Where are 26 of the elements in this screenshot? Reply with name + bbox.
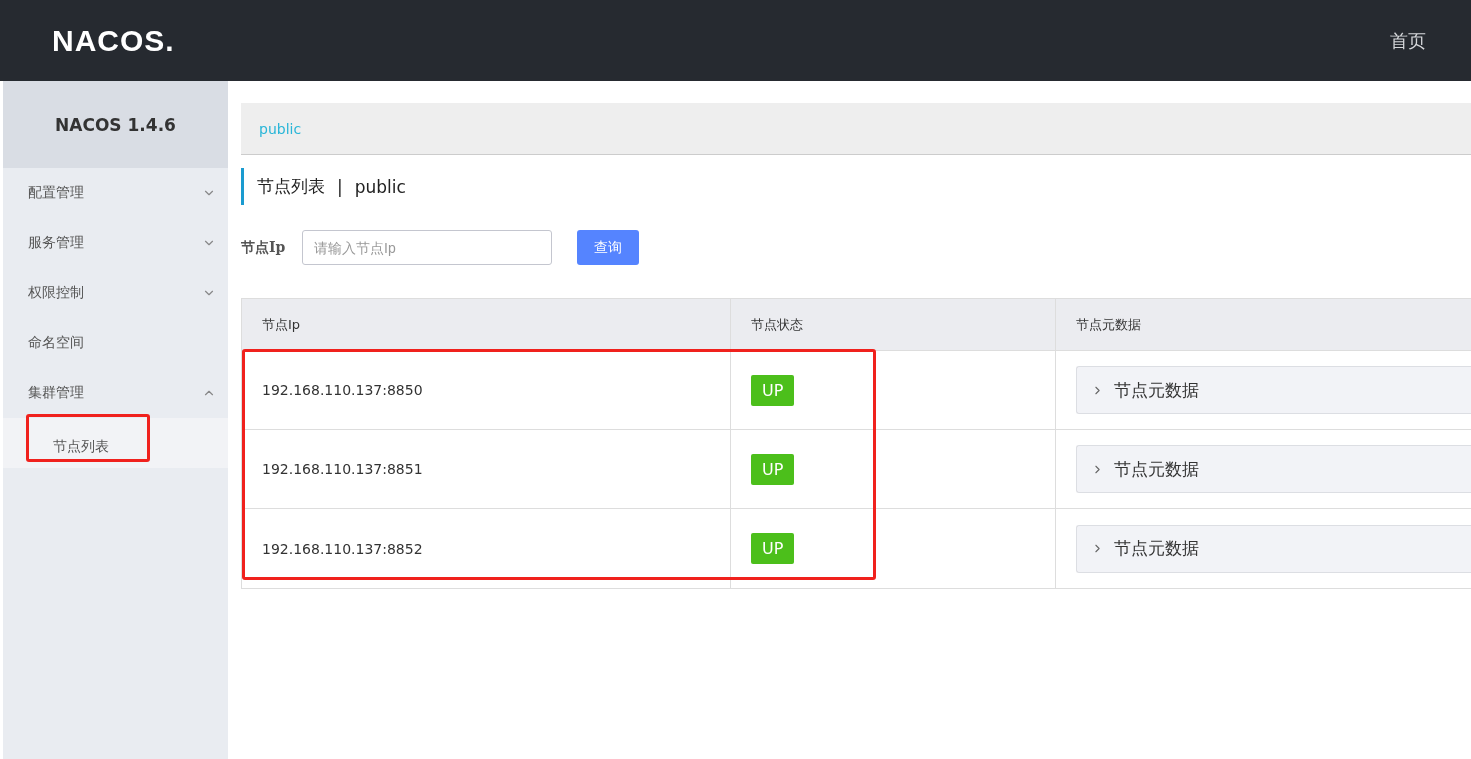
metadata-panel[interactable]: 节点元数据 [1076, 524, 1471, 573]
home-link[interactable]: 首页 [1390, 28, 1426, 53]
menu-item[interactable]: 集群管理 [3, 368, 228, 418]
field-label: 节点Ip [241, 238, 287, 257]
column-header: 节点Ip [242, 299, 730, 351]
ip-cell: 192.168.110.137:8850 [242, 351, 730, 430]
input-field[interactable]: 请输入节点Ip [302, 230, 552, 265]
namespace-name: public [354, 176, 406, 197]
metadata-panel[interactable]: 节点元数据 [1076, 445, 1471, 493]
column-header: 节点状态 [730, 299, 1055, 351]
menu-item[interactable]: 配置管理 [3, 168, 228, 218]
sidebar-title: NACOS 1.4.6 [3, 81, 228, 168]
status-tag: UP [751, 533, 795, 564]
ip-cell-text: 192.168.110.137:8852 [261, 539, 424, 559]
menu-item[interactable]: 权限控制 [3, 268, 228, 318]
metadata-panel[interactable]: 节点元数据 [1076, 366, 1471, 414]
logo: NACOS. [52, 23, 175, 58]
status-tag: UP [751, 374, 795, 406]
menu-item[interactable]: 命名空间 [3, 318, 228, 368]
title-separator: | [337, 176, 343, 197]
page-title: 节点列表 [257, 175, 325, 198]
menu-item[interactable]: 服务管理 [3, 218, 228, 268]
query-button[interactable]: 查询 [577, 230, 639, 265]
column-header: 节点元数据 [1055, 299, 1471, 351]
ip-cell: 192.168.110.137:8851 [242, 430, 730, 509]
status-tag: UP [751, 453, 795, 485]
